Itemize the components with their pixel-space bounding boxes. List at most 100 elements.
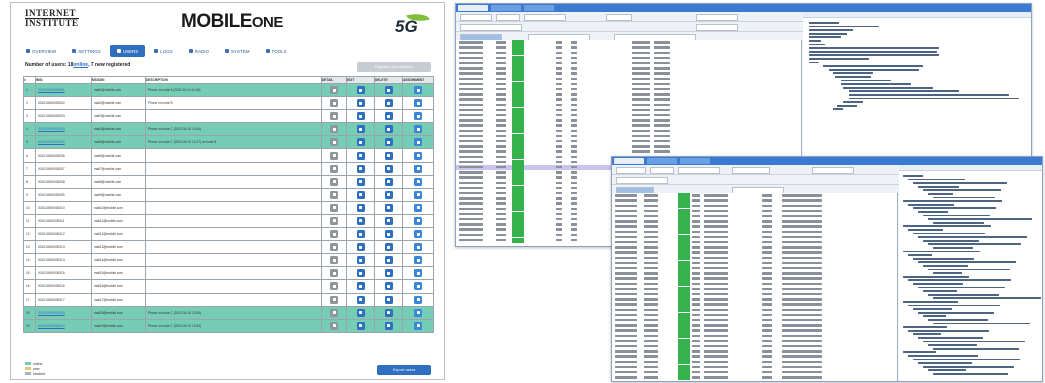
- assign-button[interactable]: [414, 321, 422, 330]
- delete-button[interactable]: [384, 151, 393, 160]
- table-row[interactable]: 14 001010000000014 mail14@mobile.com: [23, 253, 434, 268]
- edit-button[interactable]: [356, 216, 365, 225]
- nav-item-overview[interactable]: OVERVIEW: [19, 45, 63, 57]
- table-row[interactable]: 3 001010000000003 mail3@mobile.com: [23, 109, 434, 124]
- delete-button[interactable]: [384, 190, 393, 199]
- table-row[interactable]: 5 001010000000005 mail5@mobile.com Phone on…: [23, 135, 434, 150]
- detail-button[interactable]: [330, 243, 338, 252]
- assign-button[interactable]: [414, 216, 422, 225]
- filter-field[interactable]: [606, 14, 632, 21]
- filter-field[interactable]: [696, 14, 738, 21]
- search-field[interactable]: [696, 24, 738, 31]
- assign-button[interactable]: [414, 243, 422, 252]
- assign-button[interactable]: [414, 230, 422, 239]
- filter-field[interactable]: [496, 14, 520, 21]
- filter-field[interactable]: [460, 14, 492, 21]
- cell-imsi-text[interactable]: 001010000000001: [38, 88, 65, 92]
- detail-button[interactable]: [330, 164, 338, 173]
- detail-button[interactable]: [330, 86, 338, 95]
- table-row[interactable]: 18 001010000000018 mail18@mobile.com Phone …: [23, 305, 434, 320]
- assign-button[interactable]: [414, 282, 422, 291]
- cell-imsi-text[interactable]: 001010000000019: [38, 324, 65, 328]
- assign-button[interactable]: [414, 112, 422, 121]
- log-tab[interactable]: [680, 158, 710, 164]
- edit-button[interactable]: [356, 269, 365, 278]
- assign-button[interactable]: [414, 256, 422, 265]
- log-tab[interactable]: [614, 158, 644, 164]
- assign-button[interactable]: [414, 86, 422, 95]
- edit-button[interactable]: [356, 151, 365, 160]
- nav-item-users[interactable]: USERS: [109, 45, 146, 57]
- cell-imsi-text[interactable]: 001010000000018: [38, 311, 65, 315]
- table-row[interactable]: 11 001010000000011 mail11@mobile.com: [23, 213, 434, 229]
- delete-button[interactable]: [384, 138, 393, 147]
- edit-button[interactable]: [356, 321, 365, 330]
- log-tab[interactable]: [491, 5, 521, 11]
- assign-button[interactable]: [414, 138, 422, 147]
- table-row[interactable]: 9 001010000000009 mail9@mobile.com: [23, 187, 434, 202]
- table-row[interactable]: 15 001010000000015 mail15@mobile.com: [23, 266, 434, 281]
- export-users-button[interactable]: Export users: [377, 365, 431, 375]
- delete-button[interactable]: [384, 295, 393, 304]
- log-tab[interactable]: [524, 5, 554, 11]
- search-field[interactable]: [616, 177, 668, 184]
- filter-field[interactable]: [616, 167, 646, 174]
- edit-button[interactable]: [356, 190, 365, 199]
- detail-button[interactable]: [330, 269, 338, 278]
- nav-item-settings[interactable]: SETTINGS: [65, 45, 108, 57]
- assign-button[interactable]: [414, 269, 422, 278]
- assign-button[interactable]: [414, 203, 422, 212]
- detail-button[interactable]: [330, 203, 338, 212]
- delete-button[interactable]: [384, 164, 393, 173]
- detail-button[interactable]: [330, 295, 338, 304]
- edit-button[interactable]: [356, 86, 365, 95]
- filter-field[interactable]: [650, 167, 674, 174]
- table-row[interactable]: 4 001010000000004 mail4@mobile.com Phone on…: [23, 122, 434, 137]
- nav-item-logs[interactable]: LOGS: [147, 45, 180, 57]
- detail-button[interactable]: [330, 230, 338, 239]
- filter-field[interactable]: [524, 14, 566, 21]
- table-row[interactable]: 6 001010000000006 mail6@mobile.com: [23, 148, 434, 163]
- nav-item-tools[interactable]: TOOLS: [259, 45, 294, 57]
- assign-button[interactable]: [414, 151, 422, 160]
- detail-button[interactable]: [330, 308, 338, 317]
- cell-imsi-text[interactable]: 001010000000005: [38, 140, 65, 144]
- assign-button[interactable]: [414, 99, 422, 108]
- table-row[interactable]: 2 001010000000002 mail2@mobile.com Phone on…: [23, 96, 434, 111]
- edit-button[interactable]: [356, 125, 365, 134]
- delete-button[interactable]: [384, 99, 393, 108]
- table-row[interactable]: 19 001010000000019 mail19@mobile.com Phone …: [23, 318, 434, 333]
- edit-button[interactable]: [356, 256, 365, 265]
- log-row[interactable]: [612, 375, 897, 380]
- search-field[interactable]: [460, 24, 522, 31]
- detail-button[interactable]: [330, 112, 338, 121]
- delete-button[interactable]: [384, 243, 393, 252]
- edit-button[interactable]: [356, 164, 365, 173]
- table-row[interactable]: 13 001010000000013 mail13@mobile.com: [23, 240, 434, 255]
- nav-item-system[interactable]: SYSTEM: [218, 45, 257, 57]
- detail-button[interactable]: [330, 138, 338, 147]
- table-row[interactable]: 8 001010000000008 mail8@mobile.com: [23, 174, 434, 189]
- register-number-button[interactable]: Register new number: [357, 62, 431, 72]
- detail-button[interactable]: [330, 125, 338, 134]
- edit-button[interactable]: [356, 230, 365, 239]
- detail-button[interactable]: [330, 99, 338, 108]
- detail-button[interactable]: [330, 177, 338, 186]
- detail-button[interactable]: [330, 321, 338, 330]
- edit-button[interactable]: [356, 295, 365, 304]
- table-row[interactable]: 1 001010000000001 mail1@mobile.com Phone on…: [23, 82, 434, 98]
- nav-item-radio[interactable]: RADIO: [182, 45, 216, 57]
- detail-button[interactable]: [330, 282, 338, 291]
- edit-button[interactable]: [356, 308, 365, 317]
- log-tab[interactable]: [458, 5, 488, 11]
- edit-button[interactable]: [356, 112, 365, 121]
- edit-button[interactable]: [356, 177, 365, 186]
- delete-button[interactable]: [384, 216, 393, 225]
- filter-field[interactable]: [678, 167, 720, 174]
- online-users-link[interactable]: online: [73, 62, 88, 68]
- cell-imsi-text[interactable]: 001010000000004: [38, 127, 65, 131]
- table-row[interactable]: 17 001010000000017 mail17@mobile.com: [23, 292, 434, 307]
- edit-button[interactable]: [356, 243, 365, 252]
- table-row[interactable]: 10 001010000000010 mail10@mobile.com: [23, 200, 434, 215]
- assign-button[interactable]: [414, 164, 422, 173]
